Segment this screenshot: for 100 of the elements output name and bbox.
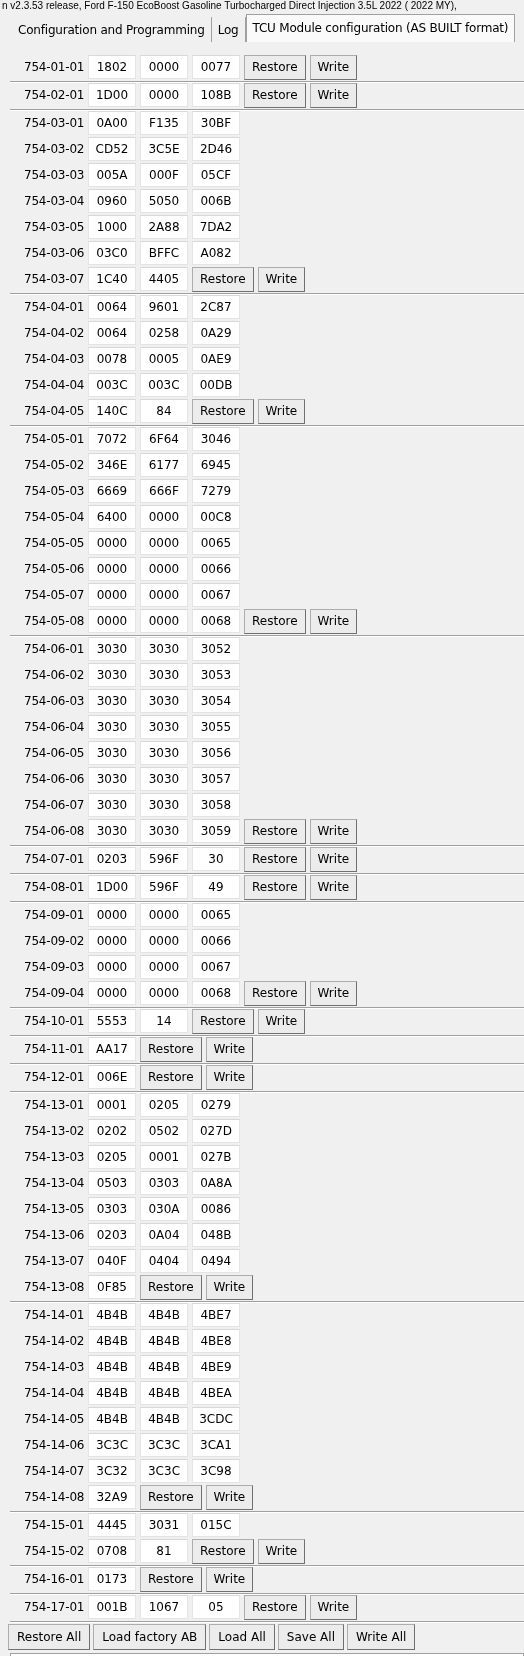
hex-field[interactable]: 0064 — [88, 321, 136, 345]
hex-field[interactable]: 3053 — [192, 663, 240, 687]
hex-field[interactable]: 3030 — [140, 715, 188, 739]
hex-field[interactable]: 0068 — [192, 609, 240, 633]
hex-field[interactable]: 0205 — [140, 1093, 188, 1117]
action-button[interactable]: Write — [309, 874, 358, 900]
hex-field[interactable]: 3030 — [88, 689, 136, 713]
hex-field[interactable]: 0502 — [140, 1119, 188, 1143]
hex-field[interactable]: 0064 — [88, 295, 136, 319]
hex-field[interactable]: 30 — [192, 847, 240, 871]
hex-field[interactable]: 027B — [192, 1145, 240, 1169]
hex-field[interactable]: 0077 — [192, 55, 240, 79]
footer-button[interactable]: Write All — [347, 1624, 416, 1650]
hex-field[interactable]: 4BEA — [192, 1381, 240, 1405]
hex-field[interactable]: 0000 — [140, 903, 188, 927]
hex-field[interactable]: 0000 — [140, 55, 188, 79]
hex-field[interactable]: 666F — [140, 479, 188, 503]
hex-field[interactable]: 596F — [140, 875, 188, 899]
action-button[interactable]: Restore — [192, 1538, 254, 1564]
hex-field[interactable]: 0000 — [88, 609, 136, 633]
hex-field[interactable]: 4B4B — [140, 1407, 188, 1431]
hex-field[interactable]: 05 — [192, 1595, 240, 1619]
hex-field[interactable]: 0066 — [192, 929, 240, 953]
action-button[interactable]: Write — [205, 1274, 254, 1300]
hex-field[interactable]: 6F64 — [140, 427, 188, 451]
footer-button[interactable]: Load factory AB — [93, 1624, 207, 1650]
hex-field[interactable]: 4BE9 — [192, 1355, 240, 1379]
hex-field[interactable]: 001B — [88, 1595, 136, 1619]
hex-field[interactable]: 3030 — [88, 793, 136, 817]
hex-field[interactable]: 6669 — [88, 479, 136, 503]
hex-field[interactable]: 0303 — [140, 1171, 188, 1195]
hex-field[interactable]: 0960 — [88, 189, 136, 213]
action-button[interactable]: Restore — [244, 818, 306, 844]
hex-field[interactable]: 4B4B — [88, 1381, 136, 1405]
hex-field[interactable]: 003C — [140, 373, 188, 397]
hex-field[interactable]: 0000 — [140, 83, 188, 107]
hex-field[interactable]: 5553 — [88, 1009, 136, 1033]
hex-field[interactable]: 030A — [140, 1197, 188, 1221]
hex-field[interactable]: CD52 — [88, 137, 136, 161]
hex-field[interactable]: 3059 — [192, 819, 240, 843]
action-button[interactable]: Write — [309, 1594, 358, 1620]
action-button[interactable]: Write — [257, 1008, 306, 1034]
hex-field[interactable]: 346E — [88, 453, 136, 477]
hex-field[interactable]: 0067 — [192, 955, 240, 979]
hex-field[interactable]: 000F — [140, 163, 188, 187]
hex-field[interactable]: 4BE7 — [192, 1303, 240, 1327]
hex-field[interactable]: 0000 — [88, 981, 136, 1005]
hex-field[interactable]: 3055 — [192, 715, 240, 739]
hex-field[interactable]: 4B4B — [88, 1355, 136, 1379]
hex-field[interactable]: 3052 — [192, 637, 240, 661]
hex-field[interactable]: 3C32 — [88, 1459, 136, 1483]
hex-field[interactable]: 3030 — [140, 767, 188, 791]
hex-field[interactable]: 048B — [192, 1223, 240, 1247]
hex-field[interactable]: 015C — [192, 1513, 240, 1537]
hex-field[interactable]: 32A9 — [88, 1485, 136, 1509]
hex-field[interactable]: 7072 — [88, 427, 136, 451]
hex-field[interactable]: 2D46 — [192, 137, 240, 161]
hex-field[interactable]: 81 — [140, 1539, 188, 1563]
hex-field[interactable]: 0000 — [140, 583, 188, 607]
action-button[interactable]: Write — [257, 398, 306, 424]
hex-field[interactable]: 3031 — [140, 1513, 188, 1537]
hex-field[interactable]: 5050 — [140, 189, 188, 213]
action-button[interactable]: Restore — [192, 1008, 254, 1034]
hex-field[interactable]: 4B4B — [88, 1407, 136, 1431]
action-button[interactable]: Restore — [244, 846, 306, 872]
hex-field[interactable]: 0404 — [140, 1249, 188, 1273]
hex-field[interactable]: 4B4B — [140, 1381, 188, 1405]
hex-field[interactable]: 005A — [88, 163, 136, 187]
hex-field[interactable]: 7279 — [192, 479, 240, 503]
hex-field[interactable]: 0066 — [192, 557, 240, 581]
hex-field[interactable]: 0000 — [140, 929, 188, 953]
hex-field[interactable]: 0494 — [192, 1249, 240, 1273]
hex-field[interactable]: 1D00 — [88, 83, 136, 107]
hex-field[interactable]: 7DA2 — [192, 215, 240, 239]
hex-field[interactable]: 0203 — [88, 1223, 136, 1247]
action-button[interactable]: Write — [257, 1538, 306, 1564]
hex-field[interactable]: 3C5E — [140, 137, 188, 161]
hex-field[interactable]: 1067 — [140, 1595, 188, 1619]
action-button[interactable]: Write — [205, 1484, 254, 1510]
hex-field[interactable]: 6177 — [140, 453, 188, 477]
hex-field[interactable]: 3030 — [140, 689, 188, 713]
hex-field[interactable]: BFFC — [140, 241, 188, 265]
hex-field[interactable]: 49 — [192, 875, 240, 899]
hex-field[interactable]: 9601 — [140, 295, 188, 319]
hex-field[interactable]: 4B4B — [88, 1329, 136, 1353]
hex-field[interactable]: 3030 — [140, 663, 188, 687]
action-button[interactable]: Write — [309, 980, 358, 1006]
hex-field[interactable]: 0202 — [88, 1119, 136, 1143]
hex-field[interactable]: 3030 — [88, 741, 136, 765]
hex-field[interactable]: 108B — [192, 83, 240, 107]
hex-field[interactable]: 006B — [192, 189, 240, 213]
hex-field[interactable]: 1802 — [88, 55, 136, 79]
hex-field[interactable]: 3C3C — [88, 1433, 136, 1457]
hex-field[interactable]: AA17 — [88, 1037, 136, 1061]
hex-field[interactable]: 0708 — [88, 1539, 136, 1563]
hex-field[interactable]: 3057 — [192, 767, 240, 791]
hex-field[interactable]: 0000 — [140, 557, 188, 581]
action-button[interactable]: Write — [309, 54, 358, 80]
hex-field[interactable]: 3030 — [140, 793, 188, 817]
action-button[interactable]: Restore — [192, 398, 254, 424]
